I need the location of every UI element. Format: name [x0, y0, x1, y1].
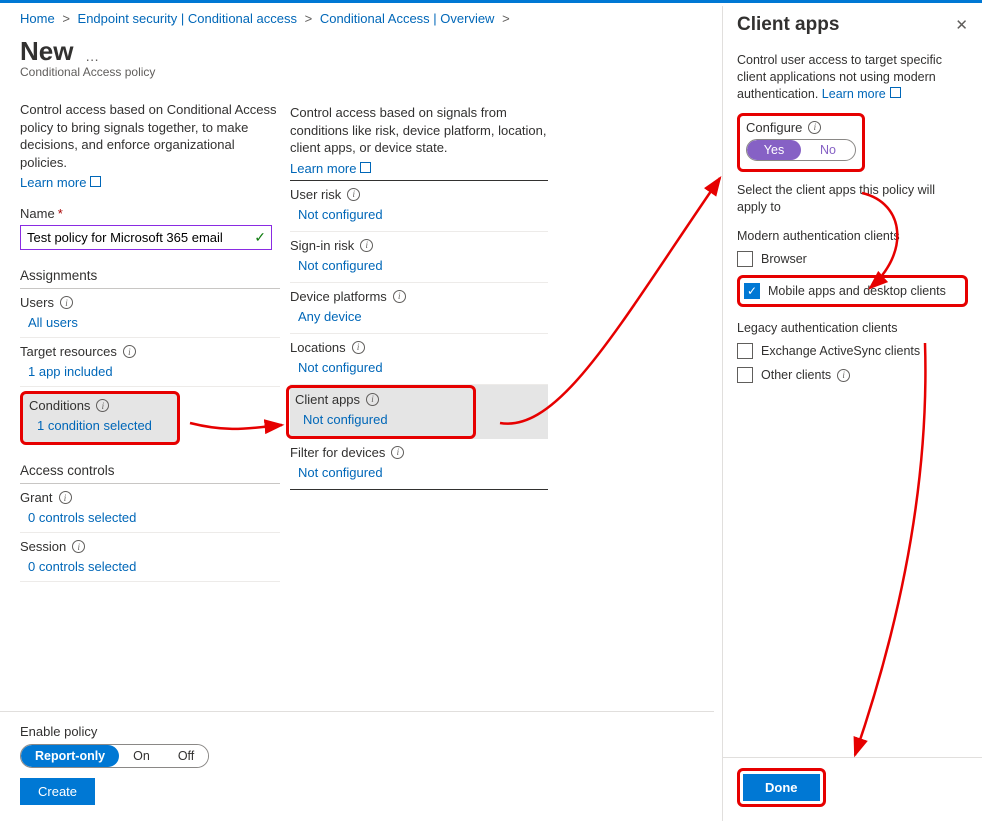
pane-title: Client apps	[737, 14, 968, 36]
breadcrumb-endpoint[interactable]: Endpoint security | Conditional access	[78, 11, 297, 26]
info-icon[interactable]: i	[123, 345, 136, 358]
assignments-header: Assignments	[20, 250, 280, 289]
footer: Enable policy Report-only On Off Create	[0, 711, 714, 819]
browser-checkbox-row[interactable]: Browser	[737, 251, 968, 267]
legacy-auth-header: Legacy authentication clients	[737, 321, 968, 335]
signin-risk-row[interactable]: Sign-in riski Not configured	[290, 232, 548, 283]
info-icon[interactable]: i	[72, 540, 85, 553]
session-row[interactable]: Sessioni 0 controls selected	[20, 533, 280, 582]
client-apps-pane: Client apps ✕ Control user access to tar…	[722, 6, 982, 821]
done-button[interactable]: Done	[743, 774, 820, 801]
info-icon[interactable]: i	[837, 369, 850, 382]
info-icon[interactable]: i	[347, 188, 360, 201]
modern-auth-header: Modern authentication clients	[737, 229, 968, 243]
enable-policy-toggle[interactable]: Report-only On Off	[20, 744, 209, 768]
name-label: Name*	[20, 206, 280, 221]
breadcrumb-ca[interactable]: Conditional Access | Overview	[320, 11, 495, 26]
user-risk-row[interactable]: User riski Not configured	[290, 181, 548, 232]
page-title: New	[20, 36, 73, 67]
breadcrumb-sep: >	[305, 11, 313, 26]
pane-desc: Control user access to target specific c…	[737, 52, 968, 103]
info-icon[interactable]: i	[391, 446, 404, 459]
checkbox-unchecked[interactable]	[737, 343, 753, 359]
info-icon[interactable]: i	[808, 121, 821, 134]
pane-learn-more[interactable]: Learn more	[822, 87, 901, 101]
checkbox-unchecked[interactable]	[737, 251, 753, 267]
configure-section: Configurei Yes No	[737, 113, 865, 172]
info-icon[interactable]: i	[352, 341, 365, 354]
other-clients-checkbox-row[interactable]: Other clients i	[737, 367, 968, 383]
eas-checkbox-row[interactable]: Exchange ActiveSync clients	[737, 343, 968, 359]
grant-row[interactable]: Granti 0 controls selected	[20, 484, 280, 533]
conditions-row[interactable]: Conditionsi 1 condition selected	[20, 391, 180, 445]
toggle-yes[interactable]: Yes	[747, 140, 801, 160]
info-icon[interactable]: i	[60, 296, 73, 309]
filter-devices-row[interactable]: Filter for devicesi Not configured	[290, 439, 548, 490]
learn-more-link[interactable]: Learn more	[20, 175, 101, 190]
col2-desc: Control access based on signals from con…	[290, 104, 548, 157]
info-icon[interactable]: i	[360, 239, 373, 252]
checkmark-icon: ✓	[254, 229, 266, 246]
info-icon[interactable]: i	[96, 399, 109, 412]
breadcrumb-sep: >	[62, 11, 70, 26]
col1-desc: Control access based on Conditional Acce…	[20, 101, 280, 171]
page-subtitle: Conditional Access policy	[20, 65, 280, 79]
locations-row[interactable]: Locationsi Not configured	[290, 334, 548, 385]
enable-policy-label: Enable policy	[20, 724, 694, 739]
select-desc: Select the client apps this policy will …	[737, 182, 968, 216]
configure-toggle[interactable]: Yes No	[746, 139, 856, 161]
client-apps-row-wrap: Client appsi Not configured	[290, 385, 548, 439]
close-icon[interactable]: ✕	[955, 16, 968, 34]
breadcrumb-sep: >	[502, 11, 510, 26]
mobile-apps-checkbox-row[interactable]: ✓ Mobile apps and desktop clients	[737, 275, 968, 307]
info-icon[interactable]: i	[59, 491, 72, 504]
pane-footer: Done	[723, 757, 982, 821]
create-button[interactable]: Create	[20, 778, 95, 805]
breadcrumb-home[interactable]: Home	[20, 11, 55, 26]
device-platforms-row[interactable]: Device platformsi Any device	[290, 283, 548, 334]
access-controls-header: Access controls	[20, 445, 280, 484]
toggle-no[interactable]: No	[801, 140, 855, 160]
info-icon[interactable]: i	[366, 393, 379, 406]
checkbox-unchecked[interactable]	[737, 367, 753, 383]
learn-more-conditions[interactable]: Learn more	[290, 161, 371, 176]
toggle-on[interactable]: On	[119, 745, 164, 767]
target-row[interactable]: Target resourcesi 1 app included	[20, 338, 280, 387]
users-row[interactable]: Usersi All users	[20, 289, 280, 338]
toggle-off[interactable]: Off	[164, 745, 208, 767]
checkbox-checked[interactable]: ✓	[744, 283, 760, 299]
more-icon[interactable]: …	[85, 48, 99, 64]
toggle-report-only[interactable]: Report-only	[21, 745, 119, 767]
info-icon[interactable]: i	[393, 290, 406, 303]
name-input[interactable]	[20, 225, 272, 250]
client-apps-row[interactable]: Client appsi Not configured	[286, 385, 476, 439]
